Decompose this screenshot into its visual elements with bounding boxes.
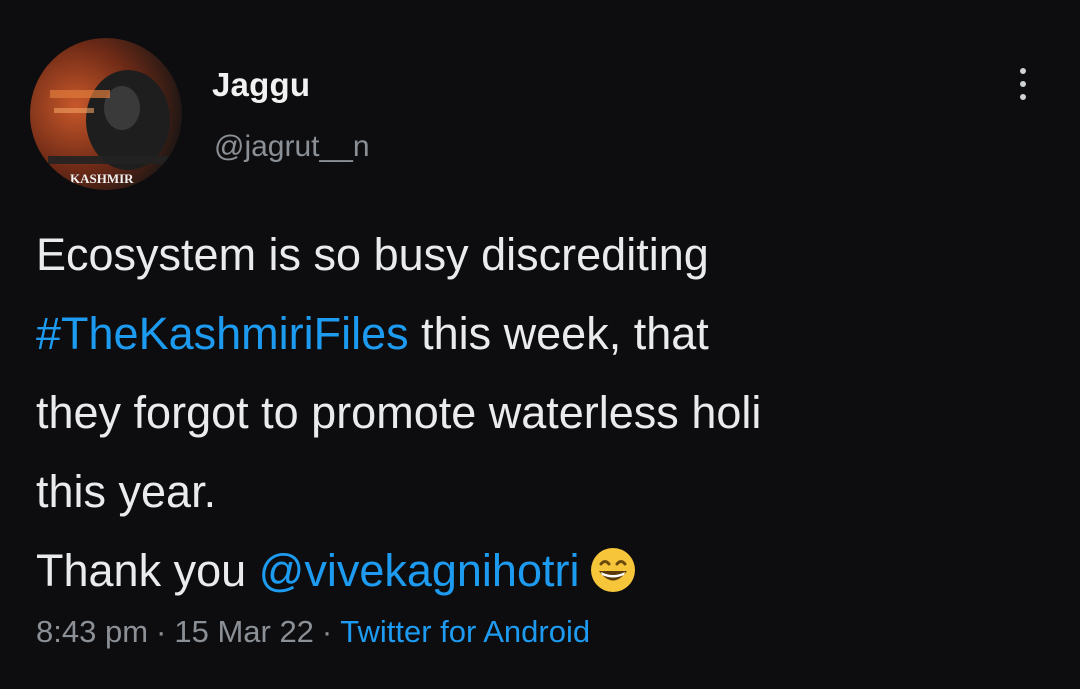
tweet-line-2: #TheKashmiriFiles this week, that [36, 294, 1056, 373]
profile-avatar[interactable]: KASHMIR [30, 38, 182, 190]
more-dot [1020, 68, 1026, 74]
author-display-name[interactable]: Jaggu [212, 66, 310, 104]
tweet-source-link[interactable]: Twitter for Android [340, 614, 590, 649]
avatar-text: KASHMIR [70, 171, 134, 186]
tweet-line-4: this year. [36, 466, 217, 517]
tweet-time[interactable]: 8:43 pm [36, 614, 148, 649]
more-dot [1020, 81, 1026, 87]
thanks-text: Thank you [36, 545, 259, 596]
mention-link[interactable]: @vivekagnihotri [259, 545, 580, 596]
meta-separator: · [156, 614, 167, 649]
tweet-line-3: they forgot to promote waterless holi [36, 387, 762, 438]
tweet-date[interactable]: 15 Mar 22 [174, 614, 314, 649]
tweet-meta: 8:43 pm · 15 Mar 22 · Twitter for Android [36, 614, 590, 650]
tweet-line-1: Ecosystem is so busy discrediting [36, 229, 709, 280]
meta-separator: · [321, 614, 333, 649]
author-handle[interactable]: @jagrut__n [214, 130, 370, 164]
more-dot [1020, 94, 1026, 100]
tweet-text: Ecosystem is so busy discrediting #TheKa… [36, 215, 1056, 610]
more-vertical-icon[interactable] [1008, 64, 1038, 104]
tweet-card: KASHMIR Jaggu @jagrut__n Ecosystem is so… [0, 0, 1080, 689]
grinning-squinting-face-emoji [591, 548, 636, 592]
tweet-line-5: Thank you @vivekagnihotri [36, 531, 1056, 610]
avatar-image: KASHMIR [30, 38, 182, 190]
tweet-line-2-rest: this week, that [408, 308, 709, 359]
hashtag-link[interactable]: #TheKashmiriFiles [36, 308, 409, 359]
